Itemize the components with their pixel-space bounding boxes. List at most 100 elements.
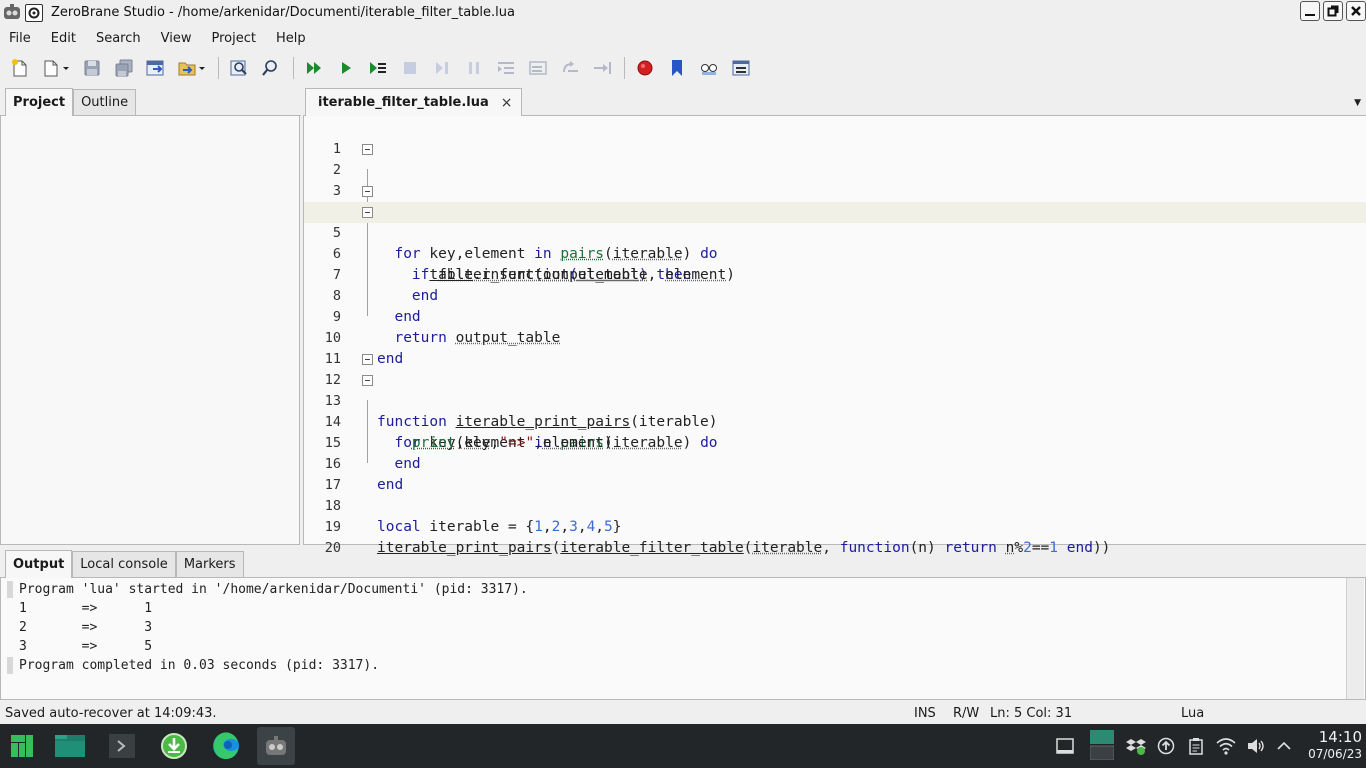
fold-marker[interactable] xyxy=(362,375,373,386)
status-message: Saved auto-recover at 14:09:43. xyxy=(5,705,217,721)
zerobrane-taskbar-icon[interactable] xyxy=(257,727,295,765)
project-directory-icon[interactable] xyxy=(144,56,168,80)
choose-project-directory-icon[interactable] xyxy=(176,56,208,80)
output-panel: Output Local console Markers Program 'lu… xyxy=(0,548,1366,700)
code-line: 6 table.insert(output_table, element) xyxy=(304,223,1366,283)
code-line: 7 end xyxy=(304,244,1366,304)
run-icon[interactable] xyxy=(302,56,326,80)
output-scrollbar[interactable] xyxy=(1346,578,1364,699)
minimize-button[interactable] xyxy=(1300,1,1320,21)
window-title: ZeroBrane Studio - /home/arkenidar/Docum… xyxy=(51,5,515,20)
workspace-switcher-icon[interactable] xyxy=(1090,730,1114,760)
fold-marker[interactable] xyxy=(362,144,373,155)
save-file-icon[interactable] xyxy=(80,56,104,80)
project-panel-tabs: Project Outline xyxy=(0,86,301,116)
status-cursor-position: Ln: 5 Col: 31 xyxy=(990,705,1073,721)
updates-icon[interactable] xyxy=(1156,736,1176,756)
dropbox-sync-icon[interactable] xyxy=(1126,736,1146,756)
menu-help[interactable]: Help xyxy=(266,31,316,46)
tab-markers[interactable]: Markers xyxy=(175,551,244,577)
code-line: 15 end xyxy=(304,412,1366,472)
output-console[interactable]: Program 'lua' started in '/home/arkenida… xyxy=(0,578,1366,700)
menu-edit[interactable]: Edit xyxy=(41,31,86,46)
editor-panel: iterable_filter_table.lua × ▼ 1 2 functi… xyxy=(303,86,1366,556)
menu-project[interactable]: Project xyxy=(201,31,265,46)
close-button[interactable] xyxy=(1346,1,1366,21)
step-into-icon[interactable] xyxy=(430,56,454,80)
fold-marker[interactable] xyxy=(362,207,373,218)
new-file-icon[interactable] xyxy=(8,56,32,80)
code-line: 2 function iterable_filter_table(iterabl… xyxy=(304,139,1366,220)
code-editor[interactable]: 1 2 function iterable_filter_table(itera… xyxy=(303,116,1366,556)
open-file-icon[interactable] xyxy=(40,56,72,80)
output-line: 1 => 1 xyxy=(19,601,153,616)
output-line: Program completed in 0.03 seconds (pid: … xyxy=(19,658,380,673)
fold-marker[interactable] xyxy=(362,354,373,365)
edge-browser-icon[interactable] xyxy=(207,727,245,765)
status-insert-mode: INS xyxy=(914,705,936,721)
tab-project[interactable]: Project xyxy=(5,88,74,116)
start-debugging-icon[interactable] xyxy=(334,56,358,80)
break-icon[interactable] xyxy=(462,56,486,80)
code-line: 11 xyxy=(304,328,1366,367)
watch-window-icon[interactable] xyxy=(697,56,721,80)
project-tree[interactable] xyxy=(0,116,300,545)
tab-output[interactable]: Output xyxy=(5,550,73,578)
trace-icon[interactable] xyxy=(558,56,582,80)
fold-marker[interactable] xyxy=(362,186,373,197)
save-all-icon[interactable] xyxy=(112,56,136,80)
wifi-icon[interactable] xyxy=(1216,736,1236,756)
tab-iterable-filter-table[interactable]: iterable_filter_table.lua × xyxy=(305,88,522,116)
step-next-icon[interactable] xyxy=(590,56,614,80)
code-line: 12 function iterable_print_pairs(iterabl… xyxy=(304,349,1366,430)
output-line: 2 => 3 xyxy=(19,620,153,635)
code-line: 4 for key,element in pairs(iterable) do xyxy=(304,181,1366,262)
find-in-files-icon[interactable] xyxy=(259,56,283,80)
volume-icon[interactable] xyxy=(1246,736,1266,756)
stop-icon[interactable] xyxy=(398,56,422,80)
status-access: R/W xyxy=(953,705,980,721)
find-icon[interactable] xyxy=(227,56,251,80)
close-tab-icon[interactable]: × xyxy=(501,95,513,111)
download-manager-icon[interactable] xyxy=(155,727,193,765)
clock-date: 07/06/23 xyxy=(1308,747,1362,761)
toolbar-separator xyxy=(218,57,219,79)
toggle-breakpoint-icon[interactable] xyxy=(633,56,657,80)
output-line: Program 'lua' started in '/home/arkenida… xyxy=(19,582,528,597)
code-line: 13 for key,element in pairs(iterable) do xyxy=(304,370,1366,451)
code-line: 16 end xyxy=(304,433,1366,493)
code-line: 17 xyxy=(304,454,1366,493)
maximize-button[interactable] xyxy=(1323,1,1343,21)
window-controls xyxy=(1300,1,1366,21)
code-line: 9 return output_table xyxy=(304,286,1366,346)
editor-tabs: iterable_filter_table.lua × xyxy=(303,86,1366,116)
run-to-cursor-icon[interactable] xyxy=(366,56,390,80)
project-panel: Project Outline xyxy=(0,86,301,545)
code-line: 14 print(key,"=>",element) xyxy=(304,391,1366,451)
code-line: 8 end xyxy=(304,265,1366,325)
code-line: 19 iterable_print_pairs(iterable_filter_… xyxy=(304,496,1366,556)
file-manager-icon[interactable] xyxy=(51,727,89,765)
stack-window-icon[interactable] xyxy=(729,56,753,80)
tab-outline[interactable]: Outline xyxy=(73,89,137,115)
menu-file[interactable]: File xyxy=(0,31,41,46)
clock-time: 14:10 xyxy=(1318,728,1362,746)
chevron-up-icon[interactable] xyxy=(1274,736,1294,756)
tab-list-dropdown-icon[interactable]: ▼ xyxy=(1354,98,1361,108)
step-over-icon[interactable] xyxy=(494,56,518,80)
step-out-icon[interactable] xyxy=(526,56,550,80)
manjaro-menu-icon[interactable] xyxy=(3,727,41,765)
clipboard-icon[interactable] xyxy=(1186,736,1206,756)
code-line: 1 xyxy=(304,118,1366,157)
menu-view[interactable]: View xyxy=(151,31,202,46)
code-line-current: 5 if filter_function(element) then xyxy=(304,202,1366,283)
menu-search[interactable]: Search xyxy=(86,31,151,46)
tab-local-console[interactable]: Local console xyxy=(72,551,176,577)
pin-icon[interactable] xyxy=(25,3,43,22)
output-marker xyxy=(7,657,13,674)
terminal-icon[interactable] xyxy=(103,727,141,765)
toggle-bookmark-icon[interactable] xyxy=(665,56,689,80)
show-desktop-icon[interactable] xyxy=(1055,736,1075,756)
code-line: 10 end xyxy=(304,307,1366,367)
system-clock[interactable]: 14:10 07/06/23 xyxy=(1300,728,1362,762)
